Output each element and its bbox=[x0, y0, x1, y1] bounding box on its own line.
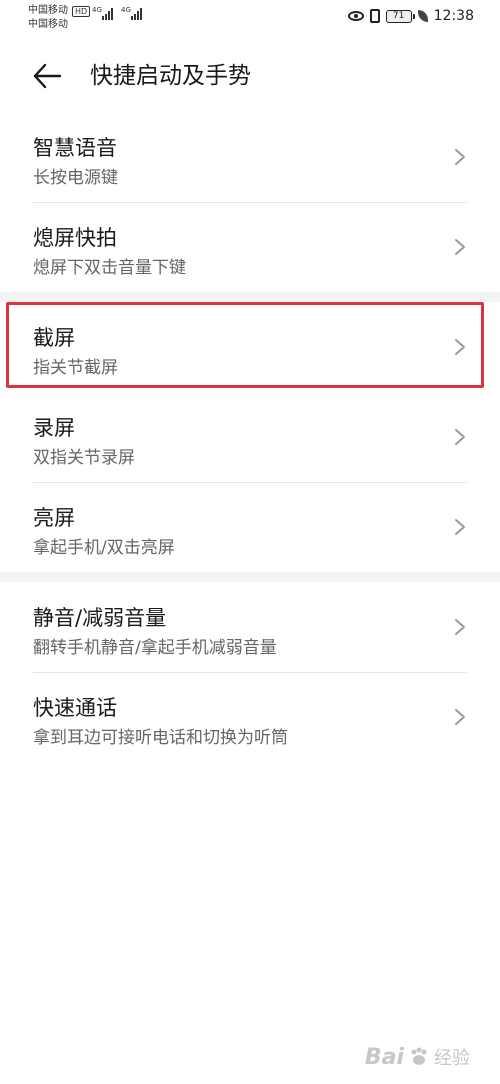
leaf-icon bbox=[417, 10, 428, 22]
list-item-quick-snap[interactable]: 熄屏快拍 熄屏下双击音量下键 bbox=[0, 202, 500, 292]
item-title: 录屏 bbox=[33, 416, 75, 440]
header: 快捷启动及手势 bbox=[0, 48, 500, 104]
back-arrow-icon[interactable] bbox=[32, 62, 62, 90]
network-2-type: 4G bbox=[121, 6, 131, 14]
list-item-smart-voice[interactable]: 智慧语音 长按电源键 bbox=[0, 112, 500, 202]
item-subtitle: 长按电源键 bbox=[33, 168, 118, 188]
carrier-info: 中国移动 HD 中国移动 bbox=[28, 4, 91, 32]
group-separator bbox=[0, 292, 500, 302]
status-bar: 中国移动 HD 中国移动 4G 4G 71 12:38 bbox=[0, 0, 500, 36]
carrier-1-name: 中国移动 bbox=[28, 5, 68, 16]
chevron-right-icon bbox=[455, 429, 465, 445]
signal-strength-icon-2: 4G bbox=[121, 6, 142, 20]
item-title: 静音/减弱音量 bbox=[33, 606, 167, 630]
signal-group: 4G 4G bbox=[92, 6, 142, 20]
item-subtitle: 双指关节录屏 bbox=[33, 448, 135, 468]
list-item-quick-call[interactable]: 快速通话 拿到耳边可接听电话和切换为听筒 bbox=[0, 672, 500, 762]
watermark-suffix: 经验 bbox=[434, 1048, 470, 1069]
list-item-screen-record[interactable]: 录屏 双指关节录屏 bbox=[0, 392, 500, 482]
item-title: 熄屏快拍 bbox=[33, 226, 117, 250]
item-subtitle: 熄屏下双击音量下键 bbox=[33, 258, 186, 278]
chevron-right-icon bbox=[455, 149, 465, 165]
vibrate-icon bbox=[369, 9, 380, 23]
chevron-right-icon bbox=[455, 339, 465, 355]
item-title: 亮屏 bbox=[33, 506, 75, 530]
eye-icon bbox=[347, 11, 364, 21]
signal-strength-icon: 4G bbox=[92, 6, 113, 20]
item-subtitle: 翻转手机静音/拿起手机减弱音量 bbox=[33, 638, 277, 658]
group-separator bbox=[0, 572, 500, 582]
item-title: 智慧语音 bbox=[33, 136, 117, 160]
watermark: Bai 经验 bbox=[365, 1044, 470, 1070]
item-subtitle: 拿起手机/双击亮屏 bbox=[33, 538, 175, 558]
paw-logo-icon bbox=[411, 1047, 427, 1065]
list-item-mute-volume[interactable]: 静音/减弱音量 翻转手机静音/拿起手机减弱音量 bbox=[0, 582, 500, 672]
carrier-2-name: 中国移动 bbox=[28, 19, 68, 30]
item-title: 快速通话 bbox=[33, 696, 117, 720]
list-item-wake-screen[interactable]: 亮屏 拿起手机/双击亮屏 bbox=[0, 482, 500, 572]
list-item-screenshot[interactable]: 截屏 指关节截屏 bbox=[0, 302, 500, 392]
chevron-right-icon bbox=[455, 239, 465, 255]
chevron-right-icon bbox=[455, 519, 465, 535]
chevron-right-icon bbox=[455, 619, 465, 635]
status-right: 71 12:38 bbox=[347, 8, 474, 24]
clock: 12:38 bbox=[433, 8, 474, 24]
item-subtitle: 指关节截屏 bbox=[33, 358, 118, 378]
hd-badge: HD bbox=[72, 5, 91, 17]
battery-icon: 71 bbox=[385, 9, 415, 23]
chevron-right-icon bbox=[455, 709, 465, 725]
network-1-type: 4G bbox=[92, 6, 102, 14]
item-subtitle: 拿到耳边可接听电话和切换为听筒 bbox=[33, 728, 288, 748]
item-title: 截屏 bbox=[33, 326, 75, 350]
page-title: 快捷启动及手势 bbox=[90, 63, 251, 89]
watermark-text: Bai bbox=[364, 1044, 404, 1070]
